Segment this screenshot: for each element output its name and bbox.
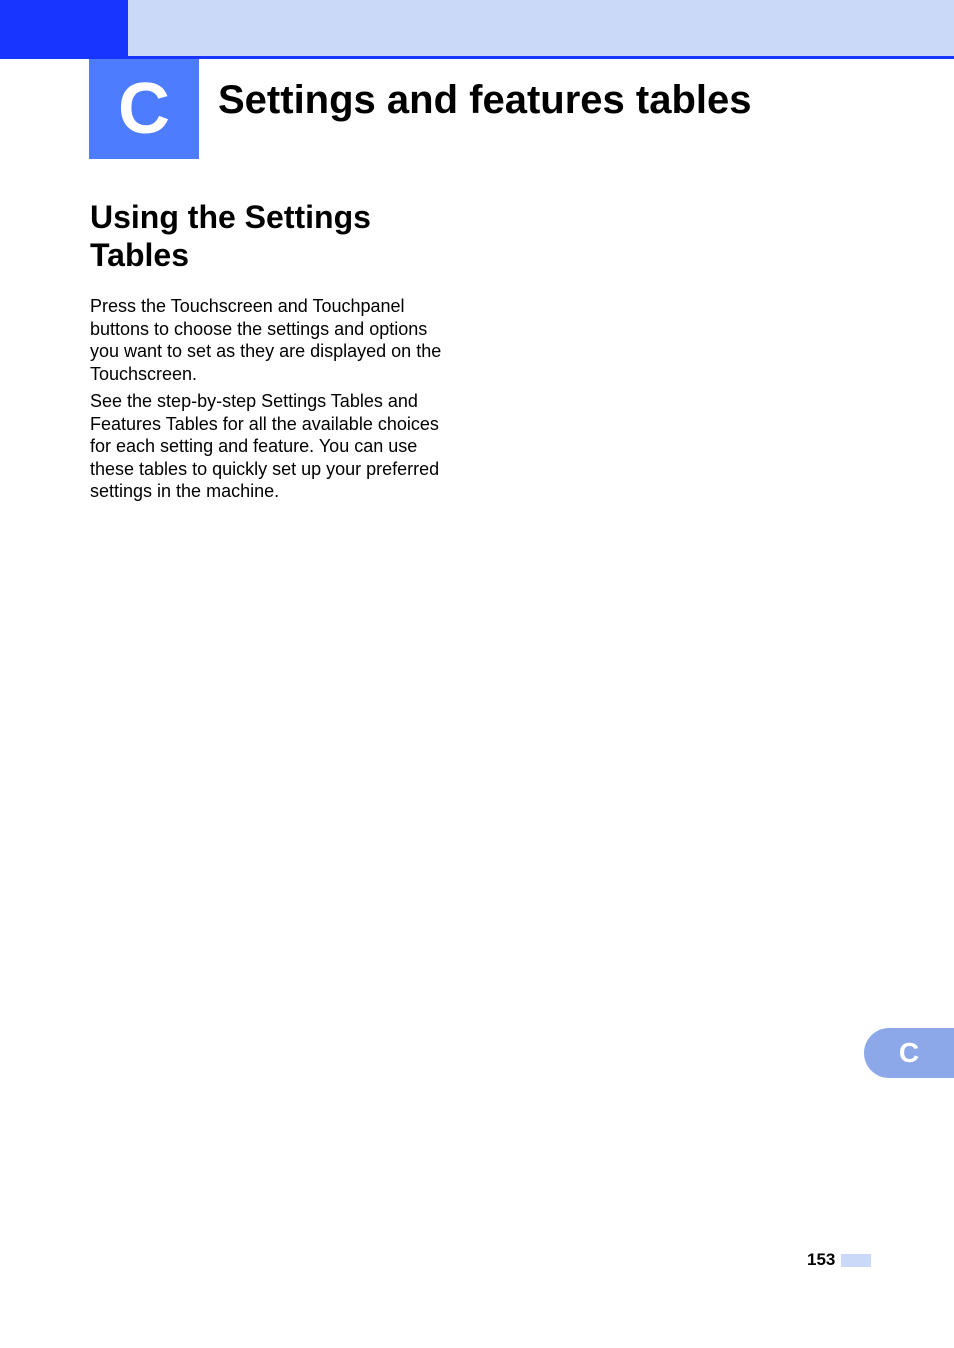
chapter-label-box: C — [89, 59, 199, 159]
side-tab-letter: C — [899, 1037, 919, 1069]
page-footer: 153 — [807, 1250, 871, 1270]
chapter-letter: C — [118, 68, 170, 150]
section-heading: Using the Settings Tables — [90, 198, 470, 275]
header-accent-rect — [0, 0, 128, 56]
header-band — [0, 0, 954, 56]
page-number: 153 — [807, 1250, 835, 1270]
paragraph-1: Press the Touchscreen and Touchpanel but… — [90, 295, 450, 385]
paragraph-2: See the step-by-step Settings Tables and… — [90, 390, 450, 503]
footer-accent-box — [841, 1254, 871, 1267]
chapter-title: Settings and features tables — [218, 78, 751, 123]
side-thumb-tab: C — [864, 1028, 954, 1078]
